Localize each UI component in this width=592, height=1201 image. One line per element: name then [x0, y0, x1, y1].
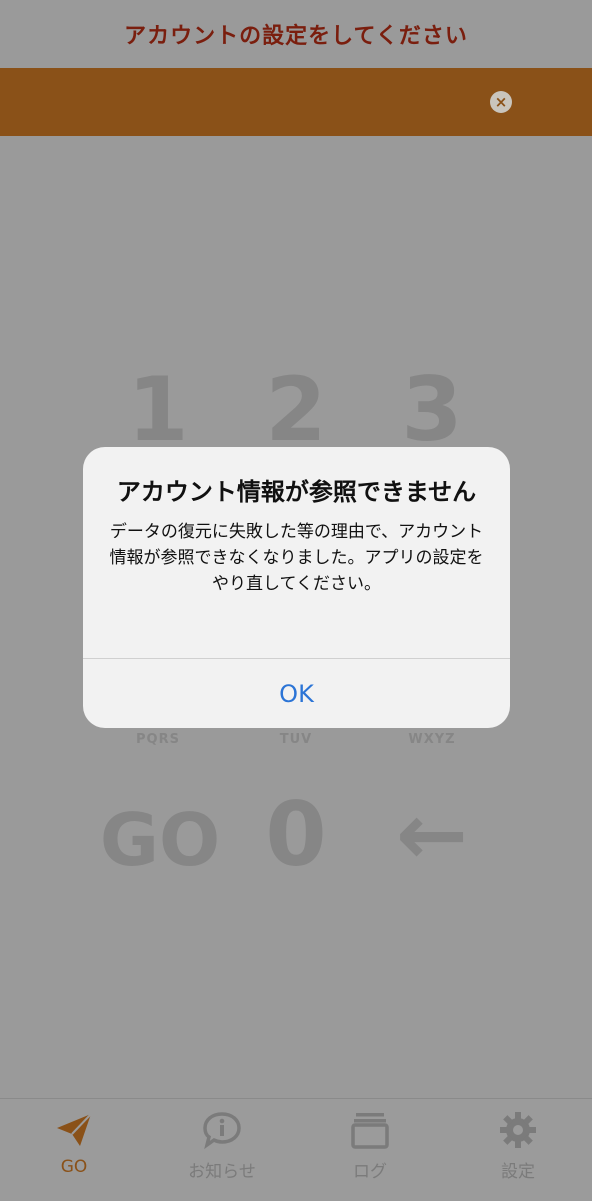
key-3[interactable]: 3	[362, 360, 502, 460]
tab-bar: GO お知らせ ログ 設定	[0, 1098, 592, 1201]
key-digit: 0	[265, 783, 327, 886]
dialog-message: データの復元に失敗した等の理由で、アカウント情報が参照できなくなりました。アプリ…	[109, 522, 484, 594]
key-letters: PQRS	[136, 732, 180, 747]
log-stack-icon	[349, 1109, 391, 1151]
tab-settings[interactable]: 設定	[444, 1099, 592, 1201]
key-2[interactable]: 2	[226, 360, 366, 460]
back-arrow-icon: ←	[395, 785, 469, 885]
backspace-key[interactable]: ←	[362, 785, 502, 885]
tab-label: 設定	[501, 1162, 535, 1182]
tab-label: GO	[60, 1157, 88, 1177]
header-title: アカウントの設定をしてください	[124, 24, 468, 49]
key-letters: WXYZ	[408, 732, 456, 747]
tab-label: お知らせ	[188, 1162, 256, 1182]
go-label: GO	[99, 798, 221, 882]
key-7[interactable]: PQRS	[88, 732, 228, 747]
key-digit: 1	[127, 358, 189, 461]
gear-icon	[497, 1109, 539, 1151]
tab-notices[interactable]: お知らせ	[148, 1099, 296, 1201]
key-digit: 2	[265, 358, 327, 461]
tab-log[interactable]: ログ	[296, 1099, 444, 1201]
paper-plane-icon	[53, 1109, 95, 1151]
info-bubble-icon	[201, 1109, 243, 1151]
key-letters: TUV	[279, 732, 313, 747]
key-1[interactable]: 1	[88, 360, 228, 460]
notice-banner[interactable]: ×	[0, 68, 592, 136]
close-icon[interactable]: ×	[490, 91, 512, 113]
alert-dialog: アカウント情報が参照できません データの復元に失敗した等の理由で、アカウント情報…	[83, 447, 510, 728]
key-0[interactable]: 0	[226, 785, 366, 885]
go-key[interactable]: GO	[90, 790, 230, 890]
ok-button[interactable]: OK	[83, 659, 510, 728]
key-9[interactable]: WXYZ	[362, 732, 502, 747]
dialog-title: アカウント情報が参照できません	[116, 478, 477, 506]
tab-label: ログ	[353, 1162, 387, 1182]
key-8[interactable]: TUV	[226, 732, 366, 747]
tab-go[interactable]: GO	[0, 1099, 148, 1201]
key-digit: 3	[401, 358, 463, 461]
